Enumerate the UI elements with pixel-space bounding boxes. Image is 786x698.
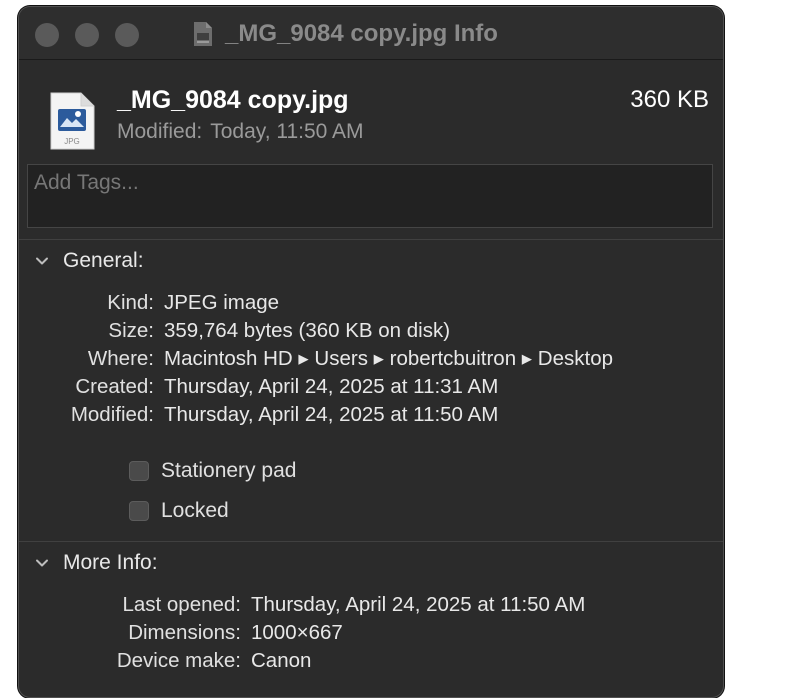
locked-checkbox[interactable]: [129, 501, 149, 521]
info-row: Created: Thursday, April 24, 2025 at 11:3…: [19, 374, 719, 400]
window-title-group: _MG_9084 copy.jpg Info: [193, 20, 498, 48]
info-value: 1000×667: [251, 621, 343, 644]
info-label: Created:: [75, 375, 154, 398]
modified-summary: Modified: Today, 11:50 AM: [117, 120, 364, 144]
general-section-header[interactable]: General:: [35, 247, 144, 275]
info-value: JPEG image: [164, 291, 280, 314]
info-label: Last opened:: [122, 593, 241, 616]
info-label: Device make:: [116, 649, 241, 672]
info-label: Size:: [108, 319, 154, 342]
info-label: Where:: [87, 347, 154, 370]
modified-summary-value: Today, 11:50 AM: [210, 120, 364, 143]
document-proxy-icon[interactable]: [193, 21, 213, 47]
section-divider: [19, 541, 723, 542]
checkbox-label[interactable]: Stationery pad: [161, 459, 296, 483]
info-row: Modified: Thursday, April 24, 2025 at 11:…: [19, 402, 719, 428]
info-value: Thursday, April 24, 2025 at 11:50 AM: [164, 403, 499, 426]
checkbox-row[interactable]: Locked: [129, 498, 229, 524]
chevron-down-icon[interactable]: [35, 556, 49, 570]
file-size: 360 KB: [630, 86, 709, 113]
file-icon-badge: JPG: [64, 137, 80, 146]
info-row: Size: 359,764 bytes (360 KB on disk): [19, 318, 719, 344]
info-value: Thursday, April 24, 2025 at 11:31 AM: [164, 375, 499, 398]
window-title: _MG_9084 copy.jpg Info: [225, 20, 498, 47]
title-bar[interactable]: _MG_9084 copy.jpg Info: [19, 7, 723, 60]
info-label: Kind:: [107, 291, 154, 314]
more-info-section-header[interactable]: More Info:: [35, 549, 158, 577]
jpeg-file-icon[interactable]: JPG: [49, 92, 95, 150]
checkbox-label[interactable]: Locked: [161, 499, 229, 523]
general-section-title: General:: [63, 249, 144, 272]
more-info-section-title: More Info:: [63, 551, 158, 574]
info-value: Macintosh HD ▸ Users ▸ robertcbuitron ▸ …: [164, 347, 613, 370]
info-row: Kind: JPEG image: [19, 290, 719, 316]
tags-input[interactable]: [28, 165, 712, 201]
info-label: Dimensions:: [128, 621, 241, 644]
tags-field[interactable]: [27, 164, 713, 228]
info-value: Canon: [251, 649, 312, 672]
info-label: Modified:: [70, 403, 154, 426]
section-divider: [19, 239, 723, 240]
info-row: Dimensions: 1000×667: [19, 620, 719, 646]
modified-summary-label: Modified:: [117, 120, 203, 143]
minimize-window-button[interactable]: [75, 23, 99, 47]
info-row: Last opened: Thursday, April 24, 2025 at …: [19, 592, 719, 618]
zoom-window-button[interactable]: [115, 23, 139, 47]
info-row: Where: Macintosh HD ▸ Users ▸ robertcbuit…: [19, 346, 719, 372]
info-window: _MG_9084 copy.jpg Info JPG _MG_9084 copy…: [18, 6, 724, 698]
checkbox-row[interactable]: Stationery pad: [129, 458, 296, 484]
info-value: Thursday, April 24, 2025 at 11:50 AM: [251, 593, 586, 616]
info-value: 359,764 bytes (360 KB on disk): [164, 319, 451, 342]
close-window-button[interactable]: [35, 23, 59, 47]
chevron-down-icon[interactable]: [35, 254, 49, 268]
file-name: _MG_9084 copy.jpg: [117, 86, 349, 114]
stationery-pad-checkbox[interactable]: [129, 461, 149, 481]
info-row: Device make: Canon: [19, 648, 719, 674]
